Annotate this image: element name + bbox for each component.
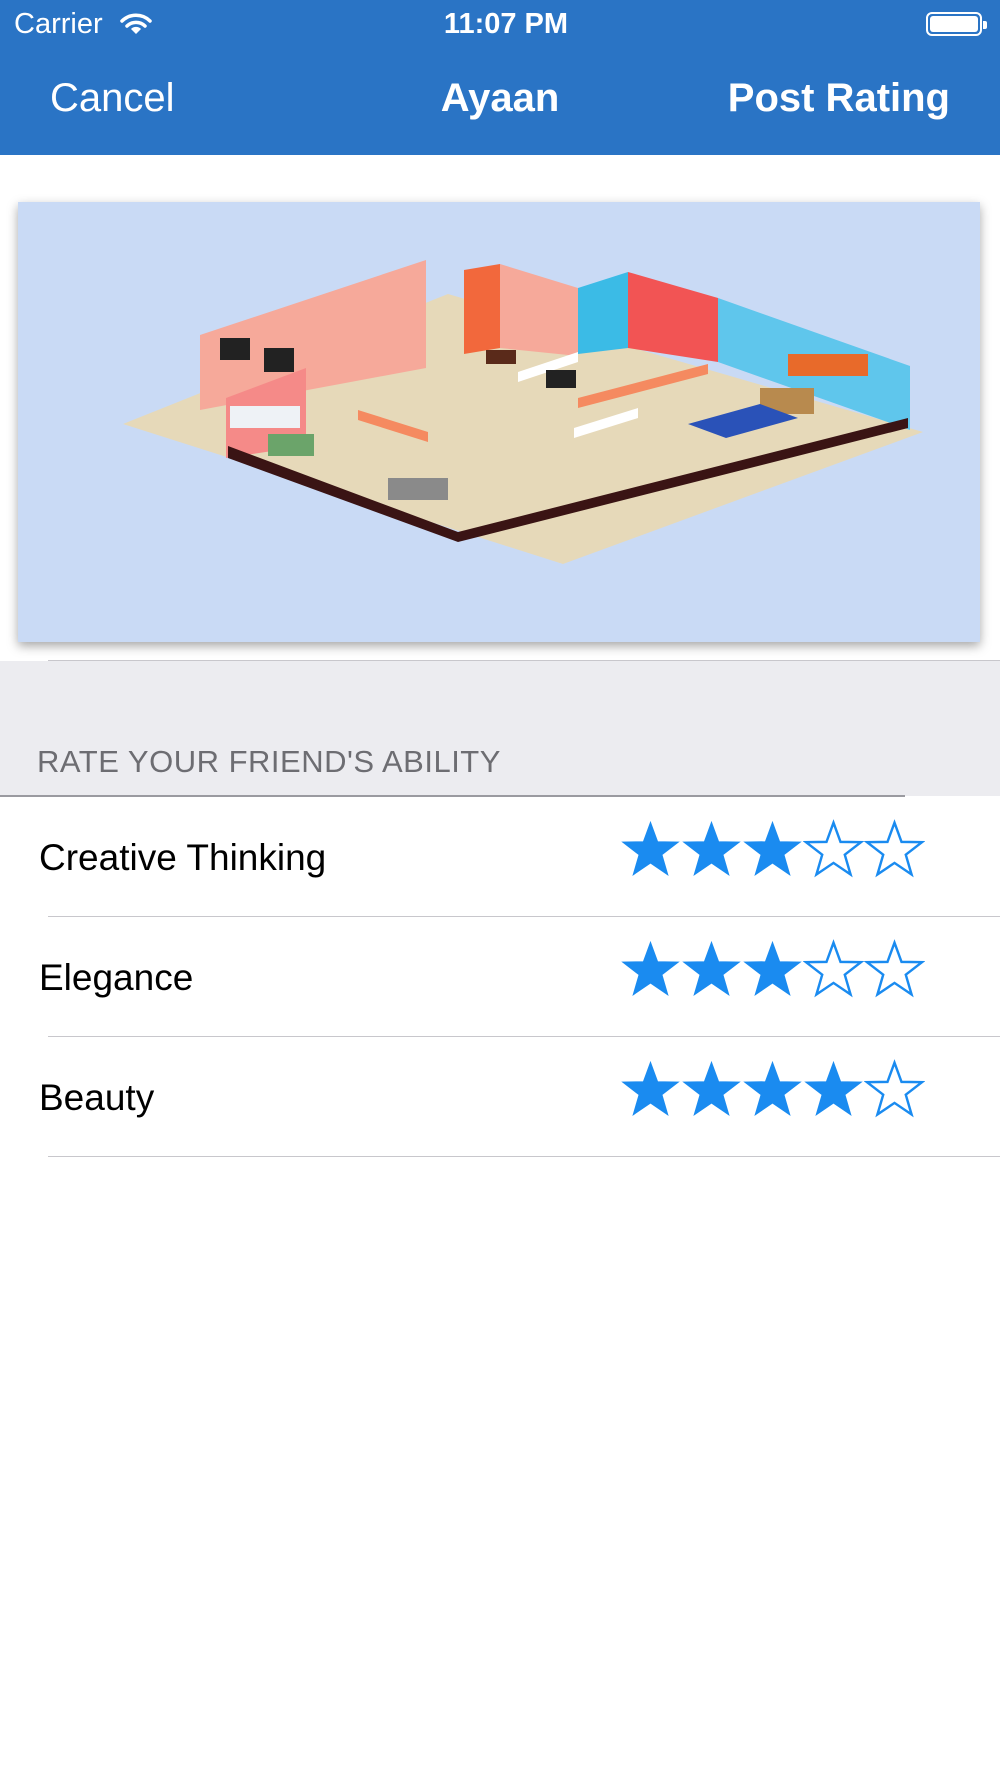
star-filled-icon[interactable] <box>742 819 803 880</box>
star-filled-icon[interactable] <box>620 1059 681 1120</box>
star-empty-icon[interactable] <box>864 939 925 1000</box>
star-filled-icon[interactable] <box>681 1059 742 1120</box>
rating-label: Creative Thinking <box>39 837 327 878</box>
rating-row-elegance: Elegance <box>0 917 1000 1037</box>
star-filled-icon[interactable] <box>742 1059 803 1120</box>
star-filled-icon[interactable] <box>681 819 742 880</box>
star-filled-icon[interactable] <box>742 939 803 1000</box>
star-filled-icon[interactable] <box>803 1059 864 1120</box>
star-filled-icon[interactable] <box>681 939 742 1000</box>
section-header: RATE YOUR FRIEND'S ABILITY <box>37 744 501 779</box>
star-filled-icon[interactable] <box>620 939 681 1000</box>
room-design-image <box>18 202 980 642</box>
status-bar: Carrier 11:07 PM <box>0 0 1000 50</box>
star-empty-icon[interactable] <box>803 939 864 1000</box>
star-rating[interactable] <box>620 939 925 1000</box>
battery-icon <box>926 12 987 36</box>
row-divider <box>48 1156 1000 1157</box>
rating-row-creative-thinking: Creative Thinking <box>0 797 1000 917</box>
post-rating-button[interactable]: Post Rating <box>728 76 950 121</box>
star-empty-icon[interactable] <box>864 1059 925 1120</box>
star-empty-icon[interactable] <box>803 819 864 880</box>
navigation-bar: Carrier 11:07 PM Cancel Ayaan Post Ratin… <box>0 0 1000 155</box>
rating-row-beauty: Beauty <box>0 1037 1000 1157</box>
star-rating[interactable] <box>620 1059 925 1120</box>
star-rating[interactable] <box>620 819 925 880</box>
status-time: 11:07 PM <box>443 8 569 40</box>
rating-label: Beauty <box>39 1077 155 1118</box>
rating-label: Elegance <box>39 957 194 998</box>
star-empty-icon[interactable] <box>864 819 925 880</box>
star-filled-icon[interactable] <box>620 819 681 880</box>
